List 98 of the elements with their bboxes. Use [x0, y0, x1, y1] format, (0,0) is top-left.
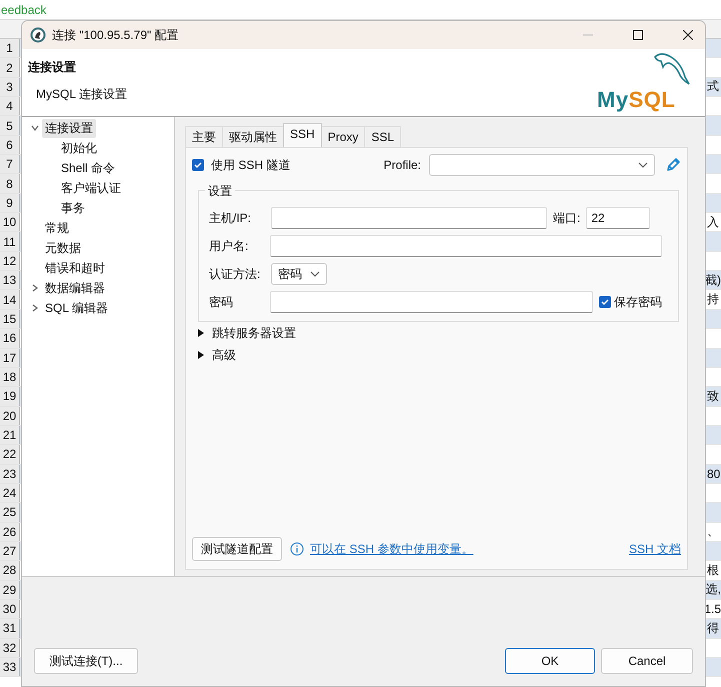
tree-item[interactable]: 错误和超时 — [42, 258, 108, 278]
row-number: 9 — [0, 194, 20, 212]
username-field[interactable] — [270, 235, 662, 257]
pencil-icon[interactable] — [665, 157, 681, 173]
row-number: 31 — [0, 619, 20, 638]
tree-item[interactable]: 数据编辑器 — [42, 278, 108, 298]
row-number: 15 — [0, 310, 20, 328]
row-number: 26 — [0, 522, 20, 541]
cancel-button[interactable]: Cancel — [601, 648, 693, 674]
tree-item[interactable]: 连接设置 — [42, 118, 96, 138]
row-number: 2 — [0, 58, 20, 77]
row-number: 25 — [0, 503, 20, 522]
row-number: 33 — [0, 658, 20, 676]
row-number: 16 — [0, 329, 20, 348]
page-subtitle: MySQL 连接设置 — [36, 86, 128, 103]
field-label: Profile: — [384, 158, 421, 172]
checkbox[interactable] — [192, 159, 204, 171]
row-number: 20 — [0, 406, 20, 425]
page-title: 连接设置 — [28, 59, 77, 76]
chevron-icon[interactable] — [31, 124, 39, 132]
host-field[interactable] — [271, 207, 547, 229]
expand-arrow-icon[interactable] — [198, 351, 204, 359]
checkbox-label: 保存密码 — [614, 294, 662, 310]
test-connection-button[interactable]: 测试连接(T)... — [34, 648, 138, 674]
checkbox-label: 使用 SSH 隧道 — [211, 156, 290, 174]
row-number: 21 — [0, 426, 20, 444]
caret-icon — [310, 271, 320, 277]
row-number: 12 — [0, 252, 20, 270]
row-number: 18 — [0, 368, 20, 386]
row-number: 27 — [0, 542, 20, 560]
row-number: 29 — [0, 580, 20, 599]
chevron-icon[interactable] — [31, 304, 39, 312]
row-number: 11 — [0, 232, 20, 251]
auth-dropdown[interactable]: 密码 — [271, 263, 327, 285]
cell-text: 80 — [706, 466, 720, 481]
ok-button[interactable]: OK — [505, 648, 595, 674]
field-label: 认证方法: — [209, 266, 262, 282]
window-title: 连接 "100.95.5.79" 配置 — [52, 26, 179, 44]
cell-text: 持 — [706, 291, 719, 308]
row-number: 10 — [0, 213, 20, 232]
tree-item[interactable]: 元数据 — [42, 238, 84, 258]
row-number: 3 — [0, 78, 20, 96]
chevron-icon[interactable] — [31, 284, 39, 292]
row-number: 32 — [0, 638, 20, 657]
toolbar-text: eedback — [1, 2, 46, 16]
tab[interactable]: SSL — [364, 126, 402, 147]
close-icon[interactable] — [683, 30, 693, 40]
row-number: 19 — [0, 387, 20, 406]
tree-item[interactable]: 常规 — [42, 218, 72, 238]
caret-icon — [638, 162, 648, 168]
checkmark-icon — [193, 160, 203, 170]
cell-text: 截) — [704, 272, 721, 289]
row-number: 24 — [0, 484, 20, 502]
row-number: 1 — [0, 39, 20, 58]
docs-link[interactable]: SSH 文档 — [628, 540, 681, 558]
section-toggle[interactable]: 跳转服务器设置 — [212, 324, 296, 342]
row-number: 22 — [0, 445, 20, 464]
field-label: 用户名: — [209, 238, 250, 254]
field-label: 端口: — [553, 210, 580, 226]
cell-text: 根 — [706, 562, 719, 579]
tree-item[interactable]: Shell 命令 — [58, 158, 118, 178]
field-label: 密码 — [209, 294, 234, 310]
row-number: 7 — [0, 155, 20, 174]
info-icon — [290, 542, 304, 556]
tab[interactable]: 主要 — [185, 126, 223, 147]
cell-text: 、 — [706, 523, 719, 540]
row-number: 8 — [0, 174, 20, 193]
section-toggle[interactable]: 高级 — [212, 346, 236, 364]
checkmark-icon — [600, 297, 610, 307]
checkbox[interactable] — [599, 296, 611, 308]
cell-text: 式 — [706, 78, 719, 96]
row-number: 23 — [0, 464, 20, 483]
test-tunnel-button[interactable]: 测试隧道配置 — [192, 537, 282, 561]
tree-item[interactable]: 事务 — [58, 198, 88, 218]
password-field[interactable] — [270, 291, 593, 313]
cell-text: 选, — [704, 581, 721, 598]
tree-item[interactable]: 初始化 — [58, 138, 100, 158]
row-number: 5 — [0, 116, 20, 135]
maximize-icon[interactable] — [633, 30, 643, 40]
tab[interactable]: SSH — [283, 123, 322, 147]
mysql-logo: MySQL — [597, 87, 676, 113]
cell-text: 1.5 — [703, 602, 721, 616]
row-number: 4 — [0, 97, 20, 116]
cell-text: 致 — [706, 388, 719, 405]
field-label: 主机/IP: — [209, 210, 252, 226]
cell-text: 入 — [706, 214, 719, 231]
row-number: 28 — [0, 561, 20, 580]
tree-item[interactable]: 客户端认证 — [58, 178, 124, 198]
row-number: 14 — [0, 290, 20, 309]
row-number: 17 — [0, 348, 20, 367]
variables-link[interactable]: 可以在 SSH 参数中使用变量。 — [310, 540, 474, 558]
expand-arrow-icon[interactable] — [198, 329, 204, 337]
row-number: 6 — [0, 136, 20, 154]
row-number: 13 — [0, 271, 20, 290]
row-number: 30 — [0, 600, 20, 618]
cell-text: 得 — [706, 620, 719, 637]
tree-item[interactable]: SQL 编辑器 — [42, 298, 111, 318]
port-field[interactable]: 22 — [586, 207, 650, 229]
